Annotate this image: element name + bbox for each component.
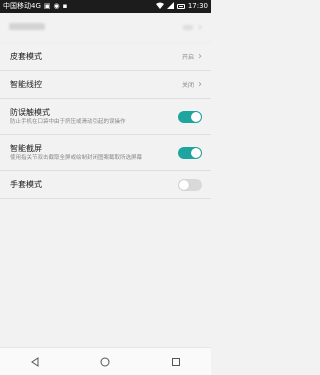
toggle-knob [191,147,201,158]
back-icon [31,356,39,367]
smart-screenshot-row[interactable]: 智能截屏 使用指关节双击截取全屏或绘制封闭图案截取所选屏幕 [0,135,211,171]
clock: 17:30 [187,2,208,10]
recents-icon [171,357,180,366]
notification-icon: ▪ [62,2,68,10]
toggle-knob [179,179,189,190]
glove-mode-title: 手套模式 [10,180,42,189]
smart-screenshot-toggle[interactable] [178,146,202,159]
carrier-label: 中国移动4G [3,2,41,10]
faded-setting-row[interactable]: › [0,13,211,43]
accidental-touch-row[interactable]: 防误触模式 防止手机在口袋中由于挤压或滑动引起的误操作 [0,99,211,135]
accidental-touch-subtitle: 防止手机在口袋中由于挤压或滑动引起的误操作 [10,119,126,125]
settings-list: › 皮套模式 开启 › 智能线控 关闭 › 防误触模式 防止手机在口袋中由于挤压… [0,13,211,348]
smart-gesture-title: 智能线控 [10,80,42,89]
image-icon: ▣ [43,2,51,10]
glove-case-mode-title: 皮套模式 [10,52,42,61]
glove-case-mode-value: 开启 [181,54,194,61]
wifi-icon [155,2,164,11]
battery-icon [176,4,185,9]
smart-gesture-value: 关闭 [181,82,194,89]
recents-button[interactable] [161,352,191,372]
accidental-touch-title: 防误触模式 [10,108,50,117]
back-button[interactable] [20,352,50,372]
smart-gesture-row[interactable]: 智能线控 关闭 › [0,71,211,99]
glove-mode-toggle[interactable] [178,178,202,191]
chevron-right-icon: › [198,21,202,33]
status-bar: 中国移动4G ▣ ◉ ▪ 17:30 [0,0,211,13]
wechat-icon: ◉ [53,2,60,10]
home-icon [100,357,110,366]
chevron-right-icon: › [198,78,202,90]
signal-icon [166,2,174,11]
navigation-bar [0,347,211,375]
glove-mode-row[interactable]: 手套模式 [0,171,211,199]
accidental-touch-toggle[interactable] [178,110,202,123]
home-button[interactable] [90,352,120,372]
chevron-right-icon: › [198,50,202,62]
toggle-knob [191,111,201,122]
glove-case-mode-row[interactable]: 皮套模式 开启 › [0,43,211,71]
smart-screenshot-title: 智能截屏 [10,144,42,153]
faded-setting-title [9,22,183,33]
smart-screenshot-subtitle: 使用指关节双击截取全屏或绘制封闭图案截取所选屏幕 [10,155,143,161]
